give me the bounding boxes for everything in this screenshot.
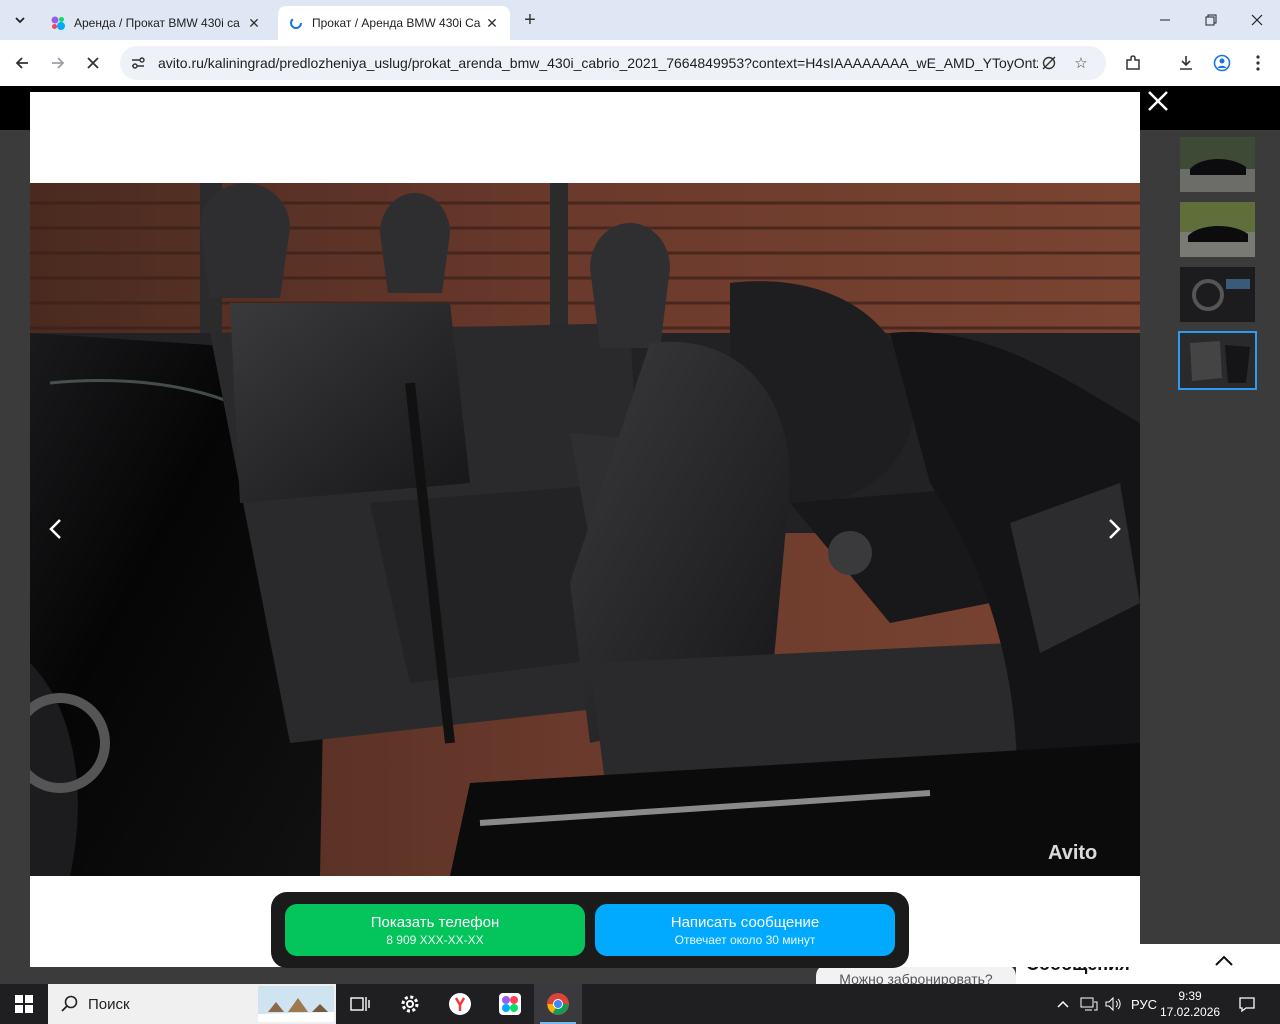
notifications-icon[interactable] xyxy=(1238,984,1256,1024)
stop-button[interactable] xyxy=(80,50,106,76)
close-icon xyxy=(1148,91,1168,111)
thumbnail-image xyxy=(1180,267,1255,322)
language-indicator[interactable]: РУС xyxy=(1131,984,1157,1024)
previous-photo-button[interactable] xyxy=(40,512,70,546)
close-icon[interactable]: ✕ xyxy=(484,15,500,32)
loading-icon xyxy=(288,15,304,31)
avito-favicon xyxy=(50,15,66,31)
thumbnail-image xyxy=(1180,333,1255,388)
write-message-label: Написать сообщение xyxy=(670,914,820,931)
site-settings-icon[interactable] xyxy=(130,55,146,71)
arrow-right-icon xyxy=(52,57,65,69)
address-bar[interactable]: avito.ru/kaliningrad/predlozheniya_uslug… xyxy=(120,46,1106,80)
settings-gear-icon[interactable] xyxy=(386,984,434,1024)
next-photo-button[interactable] xyxy=(1100,512,1130,546)
tab-strip: Аренда / Прокат BMW 430i ca ✕ Прокат / А… xyxy=(0,0,1280,40)
minimize-button[interactable] xyxy=(1142,0,1188,40)
forward-button[interactable] xyxy=(45,50,71,76)
chevron-up-icon xyxy=(1057,1000,1069,1008)
bookmark-star-icon[interactable]: ☆ xyxy=(1072,54,1090,72)
show-hidden-icons[interactable] xyxy=(1056,984,1070,1024)
chevron-down-icon xyxy=(15,17,25,24)
tab-search-button[interactable] xyxy=(8,8,32,32)
windows-taskbar: Поиск РУС 9:39 17.02.2026 xyxy=(0,984,1280,1024)
show-phone-label: Показать телефон xyxy=(370,914,500,931)
contact-action-bar: Показать телефон 8 909 XXX-XX-XX Написат… xyxy=(271,892,909,968)
gallery-thumbnail[interactable] xyxy=(1180,137,1255,192)
search-icon xyxy=(61,995,78,1012)
profile-icon[interactable] xyxy=(1211,52,1233,74)
chevron-right-icon xyxy=(1109,519,1121,539)
close-icon[interactable]: ✕ xyxy=(246,15,262,32)
tab-title: Прокат / Аренда BMW 430i Ca xyxy=(312,16,481,30)
thumbnail-image xyxy=(1180,202,1255,257)
masked-phone-number: 8 909 XXX-XX-XX xyxy=(386,933,484,947)
thumbnail-image xyxy=(1180,137,1255,192)
system-clock[interactable]: 9:39 17.02.2026 xyxy=(1160,988,1220,1020)
show-phone-button[interactable]: Показать телефон 8 909 XXX-XX-XX xyxy=(285,904,585,956)
colorful-app-icon[interactable] xyxy=(486,984,534,1024)
taskbar-search[interactable]: Поиск xyxy=(48,984,336,1024)
network-icon[interactable] xyxy=(1080,984,1098,1024)
yandex-browser-icon[interactable] xyxy=(436,984,484,1024)
gallery-thumbnail[interactable] xyxy=(1180,267,1255,322)
tab-inactive[interactable]: Аренда / Прокат BMW 430i ca ✕ xyxy=(40,6,272,40)
start-button[interactable] xyxy=(0,984,48,1024)
response-time-note: Отвечает около 30 минут xyxy=(674,933,816,947)
arrow-left-icon xyxy=(15,57,28,69)
url-text: avito.ru/kaliningrad/predlozheniya_uslug… xyxy=(158,55,1038,71)
download-icon[interactable] xyxy=(1175,52,1197,74)
write-message-button[interactable]: Написать сообщение Отвечает около 30 мин… xyxy=(595,904,895,956)
windows-logo-icon xyxy=(15,995,33,1013)
task-view-icon[interactable] xyxy=(336,984,384,1024)
back-button[interactable] xyxy=(9,50,35,76)
search-highlight-illustration xyxy=(258,986,334,1022)
extensions-icon[interactable] xyxy=(1122,52,1144,74)
chrome-icon[interactable] xyxy=(534,984,582,1024)
close-icon xyxy=(1251,14,1263,26)
volume-icon[interactable] xyxy=(1104,984,1122,1024)
gallery-thumbnail[interactable] xyxy=(1180,202,1255,257)
restore-button[interactable] xyxy=(1188,0,1234,40)
menu-kebab-icon[interactable] xyxy=(1247,52,1269,74)
close-icon xyxy=(87,57,99,69)
clock-date: 17.02.2026 xyxy=(1160,1005,1221,1019)
close-gallery-button[interactable] xyxy=(1144,90,1172,118)
tab-title: Аренда / Прокат BMW 430i ca xyxy=(74,16,240,30)
close-window-button[interactable] xyxy=(1234,0,1280,40)
browser-toolbar: avito.ru/kaliningrad/predlozheniya_uslug… xyxy=(0,40,1280,86)
restore-icon xyxy=(1205,14,1217,26)
gallery-main-photo[interactable] xyxy=(30,183,1140,876)
language-label: РУС xyxy=(1131,996,1158,1012)
clock-time: 9:39 xyxy=(1178,989,1202,1003)
car-interior-image xyxy=(30,183,1140,876)
tracking-blocked-icon[interactable] xyxy=(1040,54,1058,72)
search-label: Поиск xyxy=(88,996,130,1013)
minimize-icon xyxy=(1160,19,1170,21)
chevron-left-icon xyxy=(49,519,61,539)
gallery-thumbnail-active[interactable] xyxy=(1178,331,1257,390)
avito-watermark: Avito xyxy=(1048,842,1098,864)
new-tab-button[interactable]: + xyxy=(518,9,542,33)
tab-active[interactable]: Прокат / Аренда BMW 430i Ca ✕ xyxy=(278,6,510,40)
chevron-up-icon[interactable] xyxy=(1214,950,1234,973)
